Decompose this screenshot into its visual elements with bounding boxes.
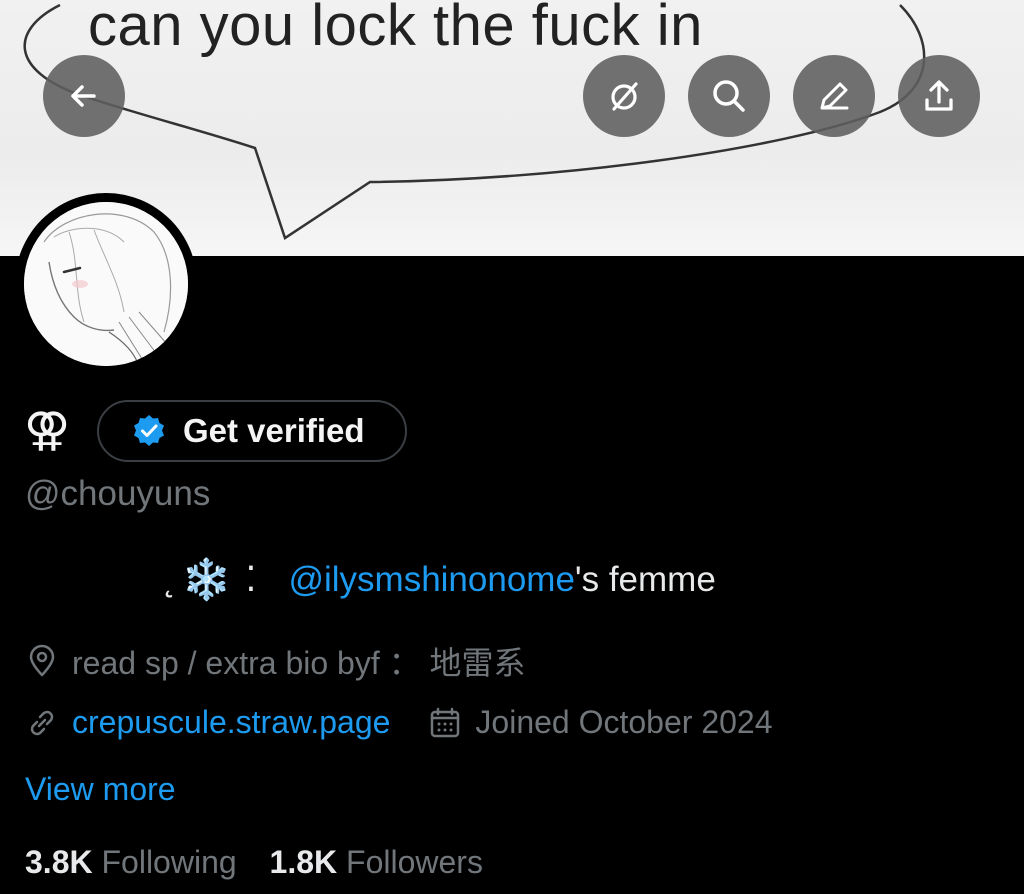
bio-prefix: ˛ [160,559,178,600]
avatar-sketch [24,202,188,366]
search-icon [713,80,745,112]
joined-date: Joined October 2024 [475,704,773,740]
share-button[interactable] [898,55,980,137]
follow-stats: 3.8K Following 1.8K Followers [25,844,483,881]
profile-bio: ˛ ❄️ ⁚ @ilysmshinonome 's femme [160,556,716,603]
following-link[interactable]: 3.8K Following [25,844,246,880]
share-icon [925,80,953,111]
grok-button[interactable] [583,55,665,137]
location-pin-icon [29,644,55,677]
edit-button[interactable] [793,55,875,137]
bio-suffix: 's femme [574,559,716,599]
display-name-symbol: ⚢ [24,402,71,456]
calendar-icon [431,707,460,737]
snowflake-emoji: ❄️ [181,557,232,603]
followers-link[interactable]: 1.8K Followers [270,844,483,880]
back-button[interactable] [43,55,125,137]
website-joined-row: crepuscule.straw.page Joined October 202… [25,704,773,741]
get-verified-button[interactable]: Get verified [97,400,407,462]
following-count: 3.8K [25,844,93,880]
bio-mention-link[interactable]: @ilysmshinonome [288,560,574,600]
followers-label: Followers [346,844,483,880]
edit-icon [820,82,849,110]
location-row: read sp / extra bio byf ： 地雷系 [25,638,526,684]
avatar[interactable] [24,202,188,366]
get-verified-label: Get verified [183,412,365,449]
link-icon [30,710,54,735]
verified-badge-icon [134,415,164,446]
followers-count: 1.8K [269,844,338,880]
banner-caption: can you lock the fuck in [88,0,703,58]
search-button[interactable] [688,55,770,137]
following-label: Following [101,844,237,880]
grok-icon [611,82,638,111]
location-text: read sp / extra bio byf ： 地雷系 [72,645,526,681]
view-more-link[interactable]: View more [25,771,176,808]
arrow-left-icon [71,85,96,107]
bio-separator: ⁚ [245,559,257,600]
profile-handle: @chouyuns [25,474,211,513]
website-link[interactable]: crepuscule.straw.page [72,704,390,741]
